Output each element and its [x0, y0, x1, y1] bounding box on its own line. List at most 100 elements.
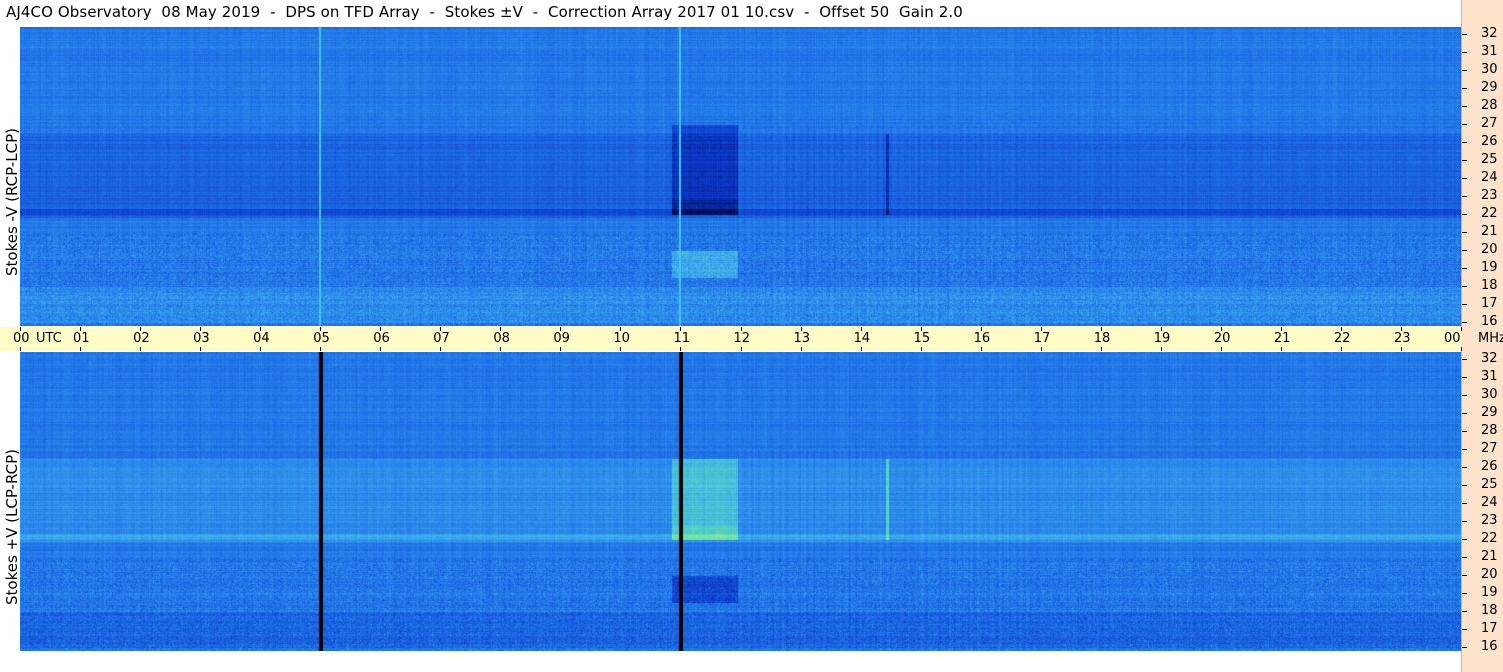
time-tick	[921, 327, 922, 331]
time-tick	[741, 347, 742, 351]
time-tick-label: 00	[13, 331, 30, 346]
time-tick	[861, 327, 862, 331]
time-tick-label: 13	[793, 331, 811, 346]
time-tick-label: 20	[1213, 331, 1231, 346]
time-tick-label: 17	[1033, 331, 1051, 346]
time-tick	[260, 347, 261, 351]
time-tick-label: 06	[373, 331, 390, 346]
time-tick	[1041, 327, 1042, 331]
frequency-tick	[1462, 286, 1467, 287]
time-tick-label: 12	[733, 331, 751, 346]
frequency-tick-label: 32	[1481, 351, 1498, 367]
time-tick	[921, 347, 922, 351]
frequency-tick-label: 26	[1481, 459, 1498, 475]
time-tick	[320, 347, 321, 351]
bottom-panel-ylabel: Stokes +V (LCP-RCP)	[3, 449, 21, 605]
time-tick	[1281, 327, 1282, 331]
frequency-tick	[1462, 485, 1467, 486]
time-tick	[1041, 347, 1042, 351]
time-tick	[560, 347, 561, 351]
frequency-tick	[1462, 88, 1467, 89]
frequency-tick	[1462, 647, 1467, 648]
time-tick	[80, 327, 81, 331]
time-tick	[1101, 347, 1102, 351]
time-tick	[260, 327, 261, 331]
frequency-tick-label: 28	[1481, 98, 1498, 114]
frequency-tick-label: 31	[1481, 44, 1498, 60]
time-tick-label: 14	[853, 331, 871, 346]
time-tick	[440, 347, 441, 351]
frequency-tick	[1462, 431, 1467, 432]
time-tick	[680, 327, 681, 331]
frequency-tick	[1462, 575, 1467, 576]
frequency-tick-label: 18	[1481, 278, 1498, 294]
time-tick-label: 03	[193, 331, 210, 346]
frequency-tick	[1462, 304, 1467, 305]
frequency-tick	[1462, 196, 1467, 197]
time-tick	[200, 327, 201, 331]
frequency-tick	[1462, 142, 1467, 143]
frequency-tick-label: 30	[1481, 62, 1498, 78]
time-tick	[801, 327, 802, 331]
frequency-tick	[1462, 611, 1467, 612]
time-tick-label: 02	[133, 331, 150, 346]
time-axis: 00 01 02 03 04 05 06 07 08 09 10 11 12 13 14 15 16 17 18 19…	[0, 327, 1462, 351]
bottom-panel-spectrogram	[20, 352, 1461, 651]
frequency-tick	[1462, 52, 1467, 53]
frequency-tick-label: 22	[1481, 531, 1498, 547]
frequency-tick	[1462, 521, 1467, 522]
time-tick	[1461, 347, 1462, 351]
time-tick	[200, 347, 201, 351]
frequency-tick	[1462, 629, 1467, 630]
frequency-tick-label: 24	[1481, 495, 1498, 511]
time-tick	[1221, 347, 1222, 351]
time-tick	[861, 347, 862, 351]
time-tick	[1221, 327, 1222, 331]
frequency-tick-label: 16	[1481, 639, 1498, 655]
time-tick-label: 11	[673, 331, 690, 346]
time-tick	[320, 327, 321, 331]
time-tick	[500, 347, 501, 351]
frequency-tick-label: 32	[1481, 26, 1498, 42]
frequency-tick-label: 25	[1481, 477, 1498, 493]
time-tick-label: 23	[1393, 331, 1411, 346]
time-tick	[1401, 327, 1402, 331]
time-tick-label: 22	[1333, 331, 1351, 346]
frequency-tick-label: 30	[1481, 387, 1498, 403]
utc-unit-label: UTC	[36, 331, 62, 346]
time-tick-label: 18	[1093, 331, 1111, 346]
time-tick-label: 01	[73, 331, 90, 346]
time-tick-label: 15	[913, 331, 931, 346]
time-tick	[1461, 327, 1462, 331]
frequency-tick-label: 23	[1481, 188, 1498, 204]
time-tick-label: 05	[313, 331, 330, 346]
frequency-tick-label: 24	[1481, 170, 1498, 186]
time-tick	[380, 327, 381, 331]
frequency-tick	[1462, 359, 1467, 360]
time-tick-label: 19	[1153, 331, 1171, 346]
frequency-tick	[1462, 268, 1467, 269]
frequency-tick-label: 20	[1481, 567, 1498, 583]
time-tick	[981, 327, 982, 331]
frequency-tick	[1462, 395, 1467, 396]
spectrogram-figure: { "title": "AJ4CO Observatory 08 May 201…	[0, 0, 1503, 672]
frequency-tick-label: 31	[1481, 369, 1498, 385]
frequency-tick-label: 20	[1481, 242, 1498, 258]
frequency-tick-label: 26	[1481, 134, 1498, 150]
frequency-tick-label: 16	[1481, 314, 1498, 330]
frequency-tick	[1462, 160, 1467, 161]
frequency-tick	[1462, 124, 1467, 125]
time-tick	[140, 347, 141, 351]
frequency-tick-label: 17	[1481, 621, 1498, 637]
time-tick	[1161, 347, 1162, 351]
frequency-tick-label: 28	[1481, 423, 1498, 439]
frequency-tick	[1462, 413, 1467, 414]
time-tick	[20, 327, 21, 331]
frequency-tick	[1462, 449, 1467, 450]
frequency-tick-label: 27	[1481, 441, 1498, 457]
time-tick	[500, 327, 501, 331]
time-tick	[801, 347, 802, 351]
frequency-tick	[1462, 503, 1467, 504]
time-tick	[741, 327, 742, 331]
time-tick-label: 21	[1273, 331, 1291, 346]
